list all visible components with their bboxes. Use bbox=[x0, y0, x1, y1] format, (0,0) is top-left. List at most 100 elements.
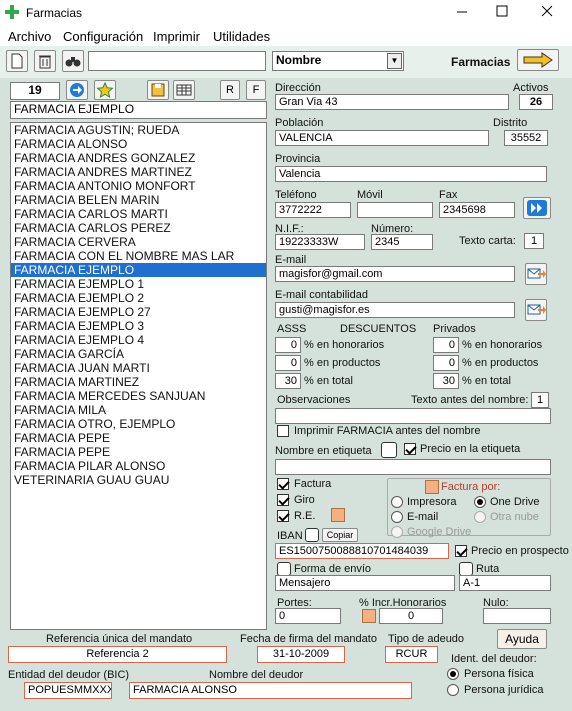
menu-utilidades[interactable]: Utilidades bbox=[213, 29, 270, 44]
menu-archivo[interactable]: Archivo bbox=[8, 29, 51, 44]
bic-field[interactable]: POPUESMMXXX bbox=[24, 682, 112, 699]
go-button[interactable] bbox=[66, 80, 88, 100]
email-cont-field[interactable]: gusti@magisfor.es bbox=[275, 302, 515, 318]
movil-field[interactable] bbox=[357, 202, 433, 218]
list-item[interactable]: FARMACIA JUAN MARTI bbox=[11, 361, 266, 375]
list-item[interactable]: FARMACIA EJEMPLO 2 bbox=[11, 291, 266, 305]
factura-por-color[interactable] bbox=[425, 480, 439, 494]
forma-envio-field[interactable]: Mensajero bbox=[275, 575, 455, 591]
one-drive-radio[interactable] bbox=[474, 496, 486, 508]
maximize-button[interactable] bbox=[495, 4, 511, 20]
activos-field[interactable]: 26 bbox=[519, 94, 553, 110]
close-button[interactable] bbox=[540, 4, 556, 20]
find-button[interactable] bbox=[62, 50, 84, 72]
email-field[interactable]: magisfor@gmail.com bbox=[275, 266, 515, 282]
forma-envio-toggle[interactable] bbox=[277, 562, 291, 576]
giro-checkbox[interactable] bbox=[277, 494, 289, 506]
ruta-toggle[interactable] bbox=[459, 562, 473, 576]
table-view-button[interactable] bbox=[173, 80, 195, 100]
nulo-field[interactable] bbox=[483, 608, 551, 624]
menu-imprimir[interactable]: Imprimir bbox=[153, 29, 200, 44]
list-item[interactable]: VETERINARIA GUAU GUAU bbox=[11, 473, 266, 487]
observaciones-field[interactable] bbox=[275, 408, 551, 424]
list-item[interactable]: FARMACIA MERCEDES SANJUAN bbox=[11, 389, 266, 403]
tipo-adeudo-field[interactable]: RCUR bbox=[385, 646, 438, 663]
fecha-mandato-field[interactable]: 31-10-2009 bbox=[257, 646, 345, 663]
list-item[interactable]: FARMACIA EJEMPLO 27 bbox=[11, 305, 266, 319]
delete-button[interactable] bbox=[34, 50, 56, 72]
list-item[interactable]: FARMACIA ALONSO bbox=[11, 137, 266, 151]
list-item[interactable]: FARMACIA ANDRES MARTINEZ bbox=[11, 165, 266, 179]
list-item[interactable]: FARMACIA PILAR ALONSO bbox=[11, 459, 266, 473]
re-color-button[interactable] bbox=[331, 508, 345, 522]
list-item[interactable]: FARMACIA OTRO, EJEMPLO bbox=[11, 417, 266, 431]
ruta-field[interactable]: A-1 bbox=[459, 575, 551, 591]
asss-honorarios[interactable]: 0 bbox=[275, 337, 301, 353]
imprimir-farmacia-checkbox[interactable] bbox=[277, 425, 289, 437]
list-item[interactable]: FARMACIA ANDRES GONZALEZ bbox=[11, 151, 266, 165]
incr-field[interactable]: 0 bbox=[379, 608, 443, 624]
copiar-button[interactable]: Copiar bbox=[322, 528, 358, 542]
texto-antes-field[interactable]: 1 bbox=[531, 392, 549, 408]
list-item[interactable]: FARMACIA PEPE bbox=[11, 431, 266, 445]
ref-mandato-field[interactable]: Referencia 2 bbox=[8, 646, 227, 663]
privados-total[interactable]: 30 bbox=[433, 373, 459, 389]
factura-checkbox[interactable] bbox=[277, 478, 289, 490]
list-item[interactable]: FARMACIA EJEMPLO 3 bbox=[11, 319, 266, 333]
numero-field[interactable]: 2345 bbox=[371, 234, 433, 250]
privados-honorarios[interactable]: 0 bbox=[433, 337, 459, 353]
nif-field[interactable]: 19223333W bbox=[275, 234, 365, 250]
persona-fisica-radio[interactable] bbox=[447, 668, 459, 680]
list-item[interactable]: FARMACIA GARCÍA bbox=[11, 347, 266, 361]
incr-color-button[interactable] bbox=[362, 609, 376, 623]
list-item[interactable]: FARMACIA ANTONIO MONFORT bbox=[11, 179, 266, 193]
precio-etiqueta-checkbox[interactable] bbox=[404, 443, 416, 455]
minimize-button[interactable] bbox=[452, 4, 472, 20]
list-item[interactable]: FARMACIA EJEMPLO bbox=[11, 263, 266, 277]
r-button[interactable]: R bbox=[220, 80, 240, 100]
exit-button[interactable] bbox=[517, 49, 559, 71]
new-document-button[interactable] bbox=[6, 50, 28, 72]
nombre-etiqueta-field[interactable] bbox=[275, 459, 551, 475]
list-item[interactable]: FARMACIA CARLOS PEREZ bbox=[11, 221, 266, 235]
list-item[interactable]: FARMACIA CERVERA bbox=[11, 235, 266, 249]
more-phones-button[interactable] bbox=[523, 197, 551, 219]
ayuda-button[interactable]: Ayuda bbox=[497, 629, 547, 649]
iban-field[interactable]: ES1500750088810701484039 bbox=[275, 543, 449, 559]
pharmacy-list[interactable]: FARMACIA AGUSTIN; RUEDA FARMACIA ALONSO FA… bbox=[10, 122, 267, 630]
list-item[interactable]: FARMACIA AGUSTIN; RUEDA bbox=[11, 123, 266, 137]
iban-toggle[interactable] bbox=[305, 528, 319, 542]
favorite-button[interactable] bbox=[94, 80, 116, 100]
fax-field[interactable]: 2345698 bbox=[439, 202, 515, 218]
portes-field[interactable]: 0 bbox=[275, 608, 341, 624]
send-email-button[interactable] bbox=[525, 263, 547, 285]
list-item[interactable]: FARMACIA MARTINEZ bbox=[11, 375, 266, 389]
email-radio[interactable] bbox=[391, 511, 403, 523]
record-number[interactable]: 19 bbox=[10, 82, 60, 100]
poblacion-field[interactable]: VALENCIA bbox=[275, 130, 489, 146]
search-input[interactable] bbox=[88, 51, 266, 71]
save-button[interactable] bbox=[147, 80, 169, 100]
privados-productos[interactable]: 0 bbox=[433, 355, 459, 371]
telefono-field[interactable]: 3772222 bbox=[275, 202, 351, 218]
list-item[interactable]: FARMACIA EJEMPLO 4 bbox=[11, 333, 266, 347]
provincia-field[interactable]: Valencia bbox=[275, 166, 547, 182]
current-name-field[interactable]: FARMACIA EJEMPLO bbox=[10, 101, 267, 119]
asss-total[interactable]: 30 bbox=[275, 373, 301, 389]
list-item[interactable]: FARMACIA PEPE bbox=[11, 445, 266, 459]
list-item[interactable]: FARMACIA EJEMPLO 1 bbox=[11, 277, 266, 291]
list-item[interactable]: FARMACIA CARLOS MARTI bbox=[11, 207, 266, 221]
send-email-cont-button[interactable] bbox=[525, 299, 547, 321]
precio-prospecto-checkbox[interactable] bbox=[455, 545, 467, 557]
nombre-etiqueta-toggle[interactable] bbox=[381, 442, 397, 458]
texto-carta-field[interactable]: 1 bbox=[524, 233, 544, 249]
direccion-field[interactable]: Gran Via 43 bbox=[275, 94, 509, 110]
persona-juridica-radio[interactable] bbox=[447, 684, 459, 696]
list-item[interactable]: FARMACIA BELEN MARIN bbox=[11, 193, 266, 207]
asss-productos[interactable]: 0 bbox=[275, 355, 301, 371]
nombre-deudor-field[interactable]: FARMACIA ALONSO bbox=[129, 682, 412, 699]
re-checkbox[interactable] bbox=[277, 510, 289, 522]
sort-field-select[interactable]: Nombre ▼ bbox=[272, 51, 404, 71]
distrito-field[interactable]: 35552 bbox=[504, 130, 548, 146]
list-item[interactable]: FARMACIA CON EL NOMBRE MAS LAR bbox=[11, 249, 266, 263]
